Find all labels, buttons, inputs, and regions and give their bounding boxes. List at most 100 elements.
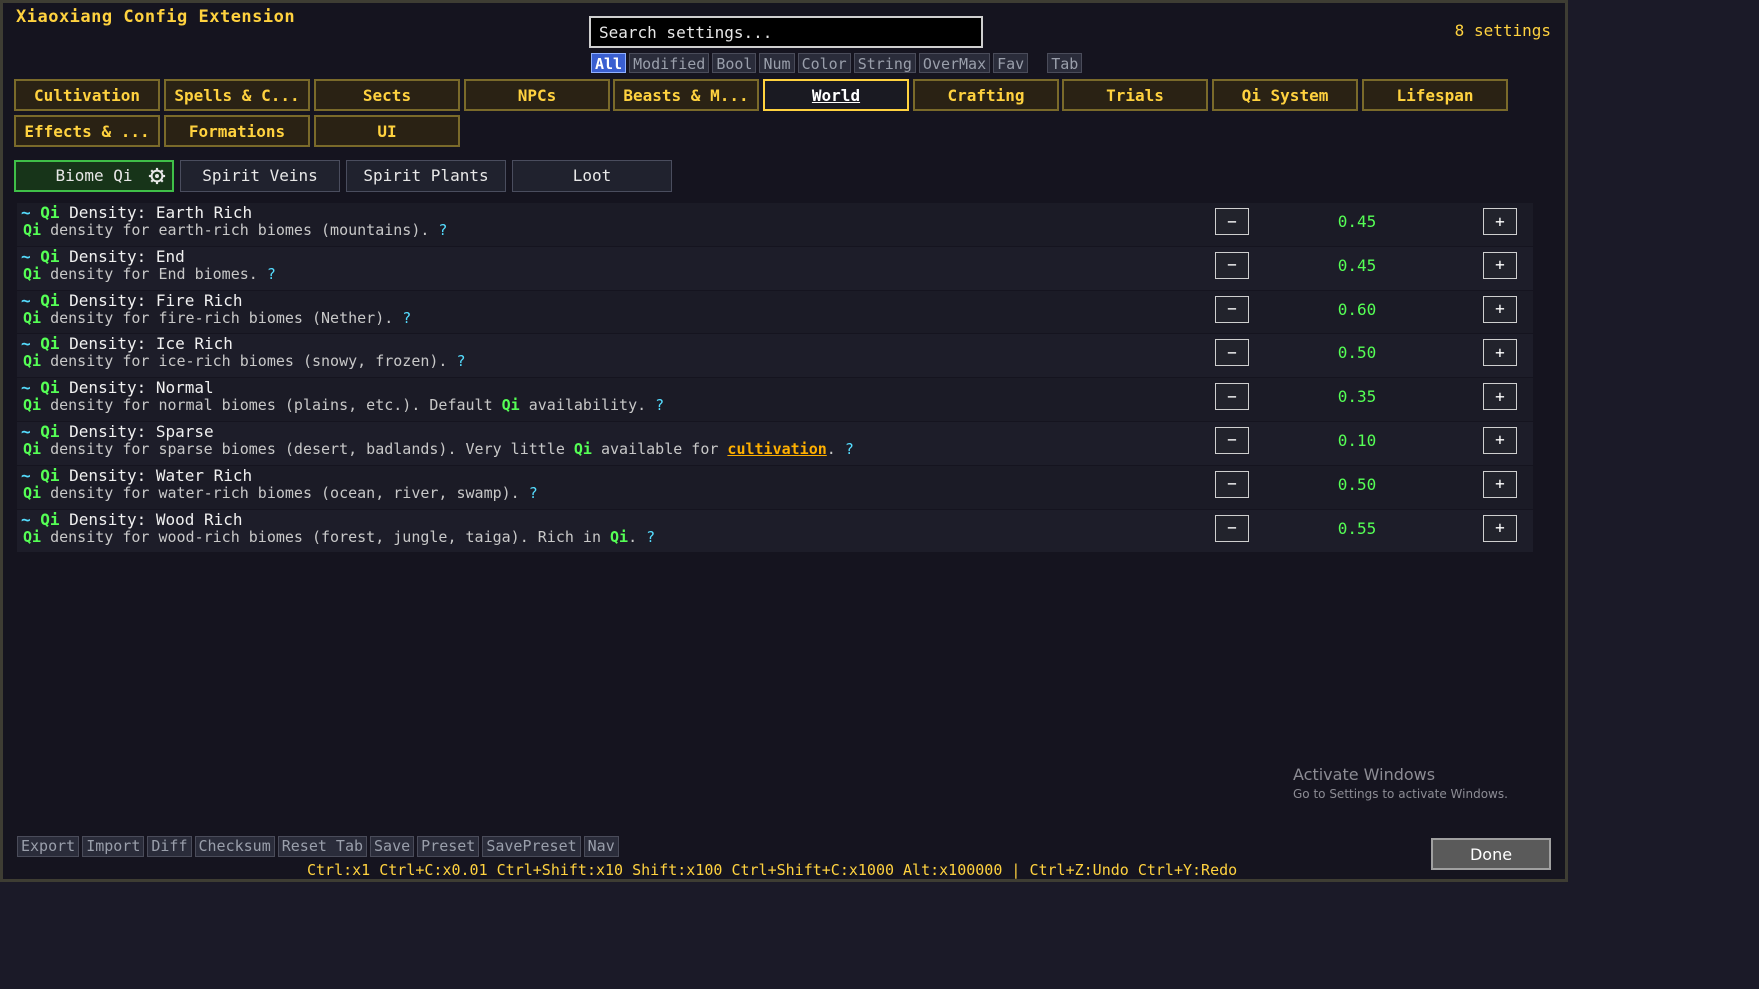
increment-button[interactable]: + (1483, 426, 1517, 454)
increment-button[interactable]: + (1483, 208, 1517, 235)
setting-title: ~ Qi Density: Normal (21, 378, 214, 398)
setting-value[interactable]: 0.35 (1317, 387, 1397, 406)
settings-list: ~ Qi Density: Earth Rich Qi density for … (17, 203, 1533, 554)
search-input[interactable] (589, 16, 983, 48)
preset-button[interactable]: Preset (417, 836, 480, 857)
reset-tab-button[interactable]: Reset Tab (277, 836, 368, 857)
decrement-button[interactable]: − (1215, 339, 1249, 367)
tab-ui[interactable]: UI (314, 115, 460, 147)
checksum-button[interactable]: Checksum (194, 836, 275, 857)
setting-title: ~ Qi Density: Sparse (21, 421, 214, 441)
gear-icon[interactable] (148, 167, 166, 185)
save-button[interactable]: Save (370, 836, 415, 857)
filter-string[interactable]: String (853, 53, 916, 73)
activation-watermark-title: Activate Windows (1293, 765, 1436, 784)
setting-row: ~ Qi Density: Fire Rich Qi density for f… (17, 290, 1533, 335)
setting-description: Qi density for sparse biomes (desert, ba… (23, 439, 854, 458)
increment-button[interactable]: + (1483, 251, 1517, 279)
subtab-loot[interactable]: Loot (512, 160, 672, 192)
tab-sects[interactable]: Sects (314, 79, 460, 111)
help-icon[interactable]: ? (655, 396, 664, 414)
setting-title: ~ Qi Density: Fire Rich (21, 290, 243, 310)
tab-crafting[interactable]: Crafting (913, 79, 1059, 111)
decrement-button[interactable]: − (1215, 383, 1249, 411)
help-icon[interactable]: ? (402, 309, 411, 327)
decrement-button[interactable]: − (1215, 208, 1249, 235)
help-icon[interactable]: ? (438, 221, 447, 239)
tab-world[interactable]: World (763, 79, 909, 111)
tab-qi-system[interactable]: Qi System (1212, 79, 1358, 111)
help-icon[interactable]: ? (456, 352, 465, 370)
setting-row: ~ Qi Density: Normal Qi density for norm… (17, 378, 1533, 422)
tab-npcs[interactable]: NPCs (464, 79, 610, 111)
filter-overmax[interactable]: OverMax (918, 53, 991, 73)
setting-value[interactable]: 0.10 (1317, 431, 1397, 450)
setting-title: ~ Qi Density: Ice Rich (21, 334, 233, 354)
setting-title: ~ Qi Density: Water Rich (21, 465, 253, 485)
increment-button[interactable]: + (1483, 470, 1517, 498)
decrement-button[interactable]: − (1215, 470, 1249, 498)
help-icon[interactable]: ? (646, 528, 655, 546)
setting-row: ~ Qi Density: Wood Rich Qi density for w… (17, 509, 1533, 554)
filter-num[interactable]: Num (759, 53, 795, 73)
decrement-button[interactable]: − (1215, 514, 1249, 542)
setting-row: ~ Qi Density: Sparse Qi density for spar… (17, 421, 1533, 466)
bottom-toolbar: Export Import Diff Checksum Reset Tab Sa… (17, 836, 619, 857)
setting-value[interactable]: 0.45 (1317, 256, 1397, 275)
setting-title: ~ Qi Density: Earth Rich (21, 203, 253, 222)
export-button[interactable]: Export (17, 836, 80, 857)
decrement-button[interactable]: − (1215, 295, 1249, 323)
nav-button[interactable]: Nav (583, 836, 619, 857)
decrement-button[interactable]: − (1215, 426, 1249, 454)
filter-bool[interactable]: Bool (712, 53, 757, 73)
setting-value[interactable]: 0.55 (1317, 519, 1397, 538)
setting-row: ~ Qi Density: Ice Rich Qi density for ic… (17, 334, 1533, 379)
filter-tab[interactable]: Tab (1047, 53, 1083, 73)
done-button[interactable]: Done (1431, 838, 1551, 870)
decrement-button[interactable]: − (1215, 251, 1249, 279)
tab-trials[interactable]: Trials (1062, 79, 1208, 111)
tab-cultivation[interactable]: Cultivation (14, 79, 160, 111)
increment-button[interactable]: + (1483, 514, 1517, 542)
setting-row: ~ Qi Density: Water Rich Qi density for … (17, 465, 1533, 510)
help-icon[interactable]: ? (267, 265, 276, 283)
help-icon[interactable]: ? (529, 484, 538, 502)
setting-value[interactable]: 0.60 (1317, 300, 1397, 319)
window-title: Xiaoxiang Config Extension (16, 7, 296, 27)
config-window: Xiaoxiang Config Extension 8 settings Al… (0, 0, 1568, 882)
tab-effects[interactable]: Effects & ... (14, 115, 160, 147)
setting-row: ~ Qi Density: Earth Rich Qi density for … (17, 203, 1533, 247)
setting-description: Qi density for water-rich biomes (ocean,… (23, 483, 538, 502)
tab-spells[interactable]: Spells & C... (164, 79, 310, 111)
increment-button[interactable]: + (1483, 383, 1517, 411)
filter-bar: All Modified Bool Num Color String OverM… (591, 53, 1083, 73)
hotkey-hints: Ctrl:x1 Ctrl+C:x0.01 Ctrl+Shift:x10 Shif… (307, 861, 1238, 879)
setting-description: Qi density for earth-rich biomes (mounta… (23, 221, 448, 239)
settings-count: 8 settings (1454, 21, 1551, 40)
setting-title: ~ Qi Density: Wood Rich (21, 509, 243, 529)
activation-watermark-text: Go to Settings to activate Windows. (1293, 787, 1508, 801)
filter-modified[interactable]: Modified (629, 53, 710, 73)
help-icon[interactable]: ? (845, 440, 854, 458)
cultivation-link[interactable]: cultivation (727, 440, 826, 458)
setting-description: Qi density for normal biomes (plains, et… (23, 396, 665, 415)
filter-all[interactable]: All (591, 53, 627, 73)
increment-button[interactable]: + (1483, 295, 1517, 323)
subtab-spirit-plants[interactable]: Spirit Plants (346, 160, 506, 192)
setting-value[interactable]: 0.45 (1317, 212, 1397, 231)
tab-beasts[interactable]: Beasts & M... (613, 79, 759, 111)
subtab-spirit-veins[interactable]: Spirit Veins (180, 160, 340, 192)
setting-value[interactable]: 0.50 (1317, 343, 1397, 362)
save-preset-button[interactable]: SavePreset (482, 836, 581, 857)
setting-description: Qi density for ice-rich biomes (snowy, f… (23, 352, 466, 371)
filter-fav[interactable]: Fav (993, 53, 1029, 73)
import-button[interactable]: Import (82, 836, 145, 857)
tab-lifespan[interactable]: Lifespan (1362, 79, 1508, 111)
diff-button[interactable]: Diff (147, 836, 192, 857)
subtab-biome-qi[interactable]: Biome Qi (14, 160, 174, 192)
setting-value[interactable]: 0.50 (1317, 475, 1397, 494)
tab-formations[interactable]: Formations (164, 115, 310, 147)
increment-button[interactable]: + (1483, 339, 1517, 367)
filter-color[interactable]: Color (797, 53, 851, 73)
setting-description: Qi density for wood-rich biomes (forest,… (23, 527, 656, 546)
